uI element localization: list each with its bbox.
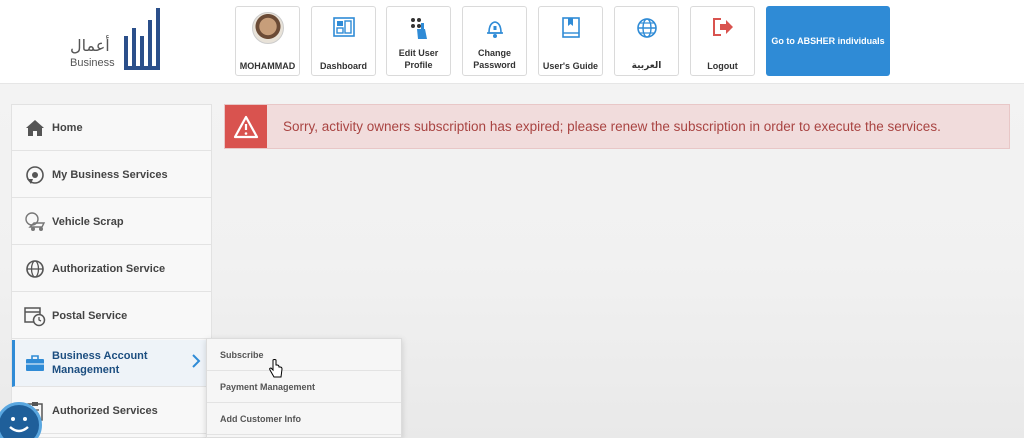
dashboard-icon: [332, 17, 355, 37]
nav-logout-button[interactable]: Logout: [690, 6, 755, 76]
submenu-item-payment-management[interactable]: Payment Management: [207, 371, 401, 403]
top-header: أعمال Business MOHAMMAD Dashboard Edit U…: [0, 0, 1024, 84]
nav-label: Change Password: [473, 48, 516, 70]
nav-label: العربية: [631, 61, 662, 71]
edit-user-icon: [410, 18, 427, 39]
briefcase-icon: [26, 355, 44, 371]
sidebar-item-label: My Business Services: [52, 168, 168, 181]
nav-edit-profile-button[interactable]: Edit User Profile: [386, 6, 451, 76]
sidebar-item-label: Business Account Management: [52, 350, 148, 376]
globe-icon: [636, 18, 657, 38]
nav-label: Edit User Profile: [398, 48, 439, 70]
nav-label: User's Guide: [542, 61, 599, 71]
sidebar-item-authorization-service[interactable]: Authorization Service: [12, 246, 211, 292]
nav-label: Dashboard: [319, 61, 367, 71]
nav-change-password-button[interactable]: Change Password: [462, 6, 527, 76]
nav-label: MOHAMMAD: [239, 61, 296, 71]
business-logo[interactable]: أعمال Business: [62, 6, 172, 78]
sidebar-item-my-business-services[interactable]: My Business Services: [12, 152, 211, 198]
chat-support-button[interactable]: [0, 402, 42, 438]
nav-dashboard-button[interactable]: Dashboard: [311, 6, 376, 76]
alert-message: Sorry, activity owners subscription has …: [283, 119, 941, 134]
globe-icon: [26, 259, 44, 278]
hand-cursor-icon: [269, 359, 283, 378]
vehicle-icon: [25, 211, 46, 231]
warning-icon: [233, 115, 259, 138]
sidebar-item-business-account-management[interactable]: Business Account Management: [12, 340, 211, 387]
smile-icon: [9, 417, 29, 433]
submenu-item-subscribe[interactable]: Subscribe: [207, 339, 401, 371]
sidebar: Home My Business Services Vehicle Scrap: [11, 104, 212, 438]
sidebar-item-postal-service[interactable]: Postal Service: [12, 293, 211, 339]
logout-icon: [712, 18, 733, 36]
sidebar-item-label: Vehicle Scrap: [52, 215, 124, 228]
subscription-expired-alert: Sorry, activity owners subscription has …: [224, 104, 1010, 149]
nav-language-button[interactable]: العربية: [614, 6, 679, 76]
submenu-item-add-customer-info[interactable]: Add Customer Info: [207, 403, 401, 435]
business-services-icon: [26, 165, 44, 184]
sidebar-item-label: Home: [52, 121, 83, 134]
nav-users-guide-button[interactable]: User's Guide: [538, 6, 603, 76]
go-to-absher-button[interactable]: Go to ABSHER individuals: [766, 6, 890, 76]
calendar-clock-icon: [24, 306, 46, 326]
logo-mark-icon: [124, 8, 160, 70]
bell-lock-icon: [486, 21, 503, 38]
home-icon: [26, 119, 44, 136]
sidebar-item-home[interactable]: Home: [12, 105, 211, 151]
logo-arabic-text: أعمال: [70, 36, 110, 55]
logo-english-text: Business: [70, 57, 115, 69]
nav-label: Logout: [707, 61, 738, 71]
sidebar-item-label: Authorization Service: [52, 262, 166, 275]
business-account-submenu: Subscribe Payment Management Add Custome…: [206, 338, 402, 438]
sidebar-item-label: Postal Service: [52, 309, 128, 322]
sidebar-item-vehicle-scrap[interactable]: Vehicle Scrap: [12, 199, 211, 245]
nav-profile-button[interactable]: MOHAMMAD: [235, 6, 300, 76]
book-icon: [561, 17, 580, 38]
chevron-right-icon: [192, 354, 201, 368]
avatar: [251, 12, 284, 44]
sidebar-item-label: Authorized Services: [52, 404, 158, 417]
